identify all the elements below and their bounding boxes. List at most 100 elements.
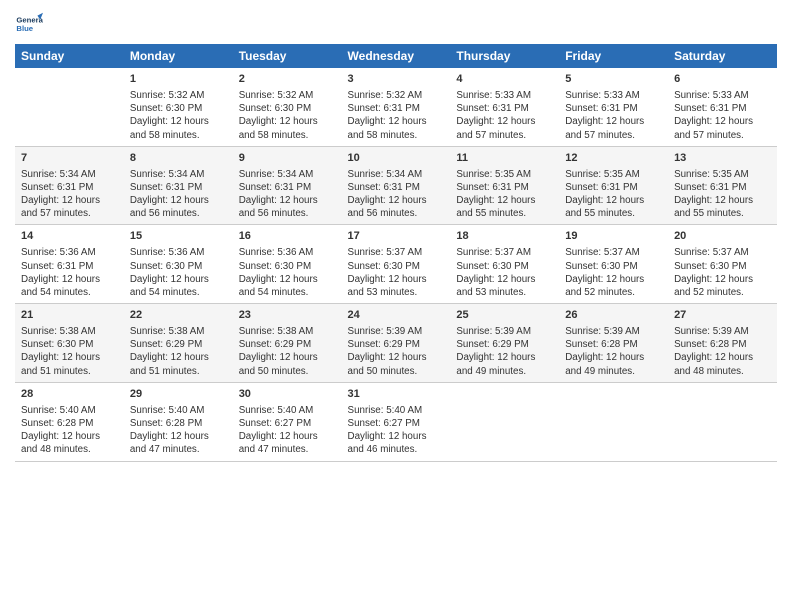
cell-info: Sunrise: 5:33 AMSunset: 6:31 PMDaylight:…: [674, 89, 771, 142]
cell-info: Sunrise: 5:33 AMSunset: 6:31 PMDaylight:…: [565, 89, 662, 142]
day-number: 16: [239, 229, 336, 244]
col-thursday: Thursday: [450, 44, 559, 68]
cell-2-3: 17Sunrise: 5:37 AMSunset: 6:30 PMDayligh…: [342, 225, 451, 304]
cell-1-1: 8 Sunrise: 5:34 AMSunset: 6:31 PMDaylight…: [124, 146, 233, 225]
cell-0-6: 6 Sunrise: 5:33 AMSunset: 6:31 PMDaylight…: [668, 68, 777, 146]
day-number: 19: [565, 229, 662, 244]
cell-2-1: 15 Sunrise: 5:36 AMSunset: 6:30 PMDayligh…: [124, 225, 233, 304]
cell-info: Sunrise: 5:38 AMSunset: 6:29 PMDaylight:…: [130, 325, 227, 378]
cell-info: Sunrise: 5:39 AMSunset: 6:29 PMDaylight:…: [456, 325, 553, 378]
cell-3-6: 27 Sunrise: 5:39 AMSunset: 6:28 PMDayligh…: [668, 304, 777, 383]
cell-info: Sunrise: 5:39 AMSunset: 6:29 PMDaylight:…: [348, 325, 445, 378]
cell-1-0: 7 Sunrise: 5:34 AMSunset: 6:31 PMDaylight…: [15, 146, 124, 225]
day-number: 30: [239, 387, 336, 402]
day-number: 6: [674, 72, 771, 87]
col-tuesday: Tuesday: [233, 44, 342, 68]
cell-1-5: 12 Sunrise: 5:35 AMSunset: 6:31 PMDayligh…: [559, 146, 668, 225]
cell-info: Sunrise: 5:35 AMSunset: 6:31 PMDaylight:…: [674, 168, 771, 221]
col-sunday: Sunday: [15, 44, 124, 68]
cell-info: Sunrise: 5:35 AMSunset: 6:31 PMDaylight:…: [565, 168, 662, 221]
cell-1-3: 10 Sunrise: 5:34 AMSunset: 6:31 PMDayligh…: [342, 146, 451, 225]
cell-3-3: 24 Sunrise: 5:39 AMSunset: 6:29 PMDayligh…: [342, 304, 451, 383]
cell-1-4: 11 Sunrise: 5:35 AMSunset: 6:31 PMDayligh…: [450, 146, 559, 225]
cell-info: Sunrise: 5:40 AMSunset: 6:28 PMDaylight:…: [21, 404, 118, 457]
day-number: 13: [674, 151, 771, 166]
day-number: 5: [565, 72, 662, 87]
week-row-4: 28 Sunrise: 5:40 AMSunset: 6:28 PMDayligh…: [15, 382, 777, 461]
day-number: 26: [565, 308, 662, 323]
cell-3-2: 23 Sunrise: 5:38 AMSunset: 6:29 PMDayligh…: [233, 304, 342, 383]
day-number: 24: [348, 308, 445, 323]
day-number: 27: [674, 308, 771, 323]
cell-0-0: [15, 68, 124, 146]
day-number: 11: [456, 151, 553, 166]
cell-2-4: 18Sunrise: 5:37 AMSunset: 6:30 PMDayligh…: [450, 225, 559, 304]
day-number: 10: [348, 151, 445, 166]
cell-2-5: 19 Sunrise: 5:37 AMSunset: 6:30 PMDayligh…: [559, 225, 668, 304]
cell-info: Sunrise: 5:37 AMSunset: 6:30 PMDaylight:…: [674, 246, 771, 299]
day-number: 12: [565, 151, 662, 166]
cell-2-2: 16 Sunrise: 5:36 AMSunset: 6:30 PMDayligh…: [233, 225, 342, 304]
cell-info: Sunrise: 5:34 AMSunset: 6:31 PMDaylight:…: [239, 168, 336, 221]
col-wednesday: Wednesday: [342, 44, 451, 68]
col-friday: Friday: [559, 44, 668, 68]
cell-info: Sunrise: 5:40 AMSunset: 6:27 PMDaylight:…: [348, 404, 445, 457]
week-row-0: 1 Sunrise: 5:32 AMSunset: 6:30 PMDaylight…: [15, 68, 777, 146]
cell-info: Sunrise: 5:39 AMSunset: 6:28 PMDaylight:…: [674, 325, 771, 378]
cell-info: Sunrise: 5:36 AMSunset: 6:30 PMDaylight:…: [239, 246, 336, 299]
cell-info: Sunrise: 5:36 AMSunset: 6:30 PMDaylight:…: [130, 246, 227, 299]
week-row-2: 14 Sunrise: 5:36 AMSunset: 6:31 PMDayligh…: [15, 225, 777, 304]
day-number: 9: [239, 151, 336, 166]
cell-info: Sunrise: 5:34 AMSunset: 6:31 PMDaylight:…: [348, 168, 445, 221]
cell-4-1: 29 Sunrise: 5:40 AMSunset: 6:28 PMDayligh…: [124, 382, 233, 461]
day-number: 25: [456, 308, 553, 323]
day-number: 1: [130, 72, 227, 87]
cell-0-4: 4Sunrise: 5:33 AMSunset: 6:31 PMDaylight…: [450, 68, 559, 146]
cell-info: Sunrise: 5:36 AMSunset: 6:31 PMDaylight:…: [21, 246, 118, 299]
cell-4-6: [668, 382, 777, 461]
day-number: 8: [130, 151, 227, 166]
cell-4-3: 31Sunrise: 5:40 AMSunset: 6:27 PMDayligh…: [342, 382, 451, 461]
day-number: 18: [456, 229, 553, 244]
cell-info: Sunrise: 5:37 AMSunset: 6:30 PMDaylight:…: [565, 246, 662, 299]
logo: General Blue: [15, 10, 47, 38]
day-number: 20: [674, 229, 771, 244]
cell-3-0: 21 Sunrise: 5:38 AMSunset: 6:30 PMDayligh…: [15, 304, 124, 383]
cell-info: Sunrise: 5:32 AMSunset: 6:30 PMDaylight:…: [130, 89, 227, 142]
day-number: 2: [239, 72, 336, 87]
calendar-table: Sunday Monday Tuesday Wednesday Thursday…: [15, 44, 777, 462]
cell-info: Sunrise: 5:33 AMSunset: 6:31 PMDaylight:…: [456, 89, 553, 142]
cell-info: Sunrise: 5:40 AMSunset: 6:27 PMDaylight:…: [239, 404, 336, 457]
cell-info: Sunrise: 5:38 AMSunset: 6:30 PMDaylight:…: [21, 325, 118, 378]
day-number: 14: [21, 229, 118, 244]
cell-1-2: 9 Sunrise: 5:34 AMSunset: 6:31 PMDaylight…: [233, 146, 342, 225]
cell-0-3: 3Sunrise: 5:32 AMSunset: 6:31 PMDaylight…: [342, 68, 451, 146]
day-number: 22: [130, 308, 227, 323]
svg-text:Blue: Blue: [16, 24, 33, 33]
cell-info: Sunrise: 5:38 AMSunset: 6:29 PMDaylight:…: [239, 325, 336, 378]
day-number: 7: [21, 151, 118, 166]
cell-info: Sunrise: 5:39 AMSunset: 6:28 PMDaylight:…: [565, 325, 662, 378]
day-number: 15: [130, 229, 227, 244]
col-saturday: Saturday: [668, 44, 777, 68]
cell-2-0: 14 Sunrise: 5:36 AMSunset: 6:31 PMDayligh…: [15, 225, 124, 304]
col-monday: Monday: [124, 44, 233, 68]
cell-info: Sunrise: 5:40 AMSunset: 6:28 PMDaylight:…: [130, 404, 227, 457]
day-number: 23: [239, 308, 336, 323]
cell-3-4: 25 Sunrise: 5:39 AMSunset: 6:29 PMDayligh…: [450, 304, 559, 383]
cell-4-2: 30 Sunrise: 5:40 AMSunset: 6:27 PMDayligh…: [233, 382, 342, 461]
cell-info: Sunrise: 5:32 AMSunset: 6:30 PMDaylight:…: [239, 89, 336, 142]
calendar-body: 1 Sunrise: 5:32 AMSunset: 6:30 PMDaylight…: [15, 68, 777, 461]
day-number: 28: [21, 387, 118, 402]
cell-info: Sunrise: 5:34 AMSunset: 6:31 PMDaylight:…: [21, 168, 118, 221]
header: General Blue: [15, 10, 777, 38]
day-number: 29: [130, 387, 227, 402]
cell-3-5: 26 Sunrise: 5:39 AMSunset: 6:28 PMDayligh…: [559, 304, 668, 383]
day-number: 3: [348, 72, 445, 87]
day-number: 21: [21, 308, 118, 323]
cell-0-5: 5 Sunrise: 5:33 AMSunset: 6:31 PMDaylight…: [559, 68, 668, 146]
cell-info: Sunrise: 5:34 AMSunset: 6:31 PMDaylight:…: [130, 168, 227, 221]
cell-info: Sunrise: 5:35 AMSunset: 6:31 PMDaylight:…: [456, 168, 553, 221]
day-number: 17: [348, 229, 445, 244]
cell-2-6: 20 Sunrise: 5:37 AMSunset: 6:30 PMDayligh…: [668, 225, 777, 304]
